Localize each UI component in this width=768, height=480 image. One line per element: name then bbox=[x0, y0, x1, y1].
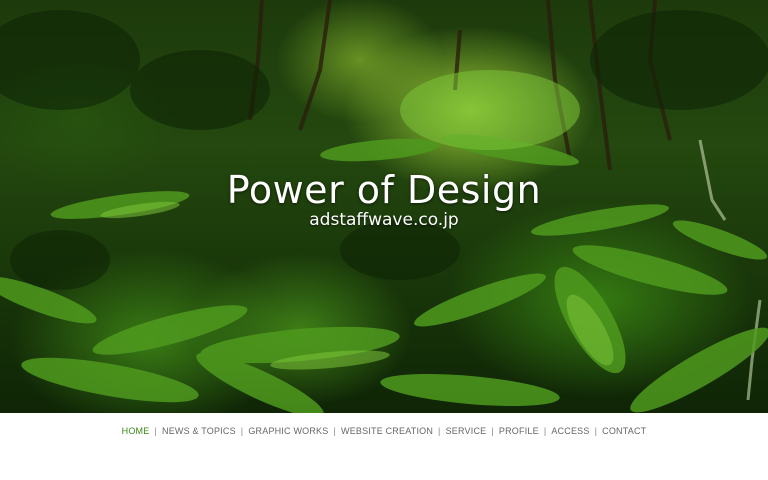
nav-item-website-creation[interactable]: WEBSITE CREATION bbox=[341, 426, 433, 436]
main-nav: HOME | NEWS & TOPICS | GRAPHIC WORKS | WEBSITE… bbox=[0, 426, 768, 436]
nav-item-contact[interactable]: CONTACT bbox=[602, 426, 646, 436]
nav-separator: | bbox=[543, 426, 547, 436]
hero-title: Power of Design bbox=[226, 168, 542, 212]
nav-separator: | bbox=[491, 426, 494, 436]
nav-item-profile[interactable]: PROFILE bbox=[499, 426, 539, 436]
nav-item-access[interactable]: ACCESS bbox=[551, 426, 589, 436]
nav-item-home[interactable]: HOME bbox=[122, 426, 150, 436]
nav-separator: | bbox=[154, 426, 157, 436]
nav-item-graphic-works[interactable]: GRAPHIC WORKS bbox=[248, 426, 328, 436]
nav-separator: | bbox=[333, 426, 336, 436]
nav-separator: | bbox=[240, 426, 244, 436]
nav-item-service[interactable]: SERVICE bbox=[446, 426, 487, 436]
nav-separator: | bbox=[438, 426, 441, 436]
nav-item-news-topics[interactable]: NEWS & TOPICS bbox=[162, 426, 236, 436]
nav-separator: | bbox=[594, 426, 598, 436]
hero-banner: Power of Design adstaffwave.co.jp bbox=[0, 0, 768, 413]
hero-subtitle: adstaffwave.co.jp bbox=[309, 210, 459, 230]
